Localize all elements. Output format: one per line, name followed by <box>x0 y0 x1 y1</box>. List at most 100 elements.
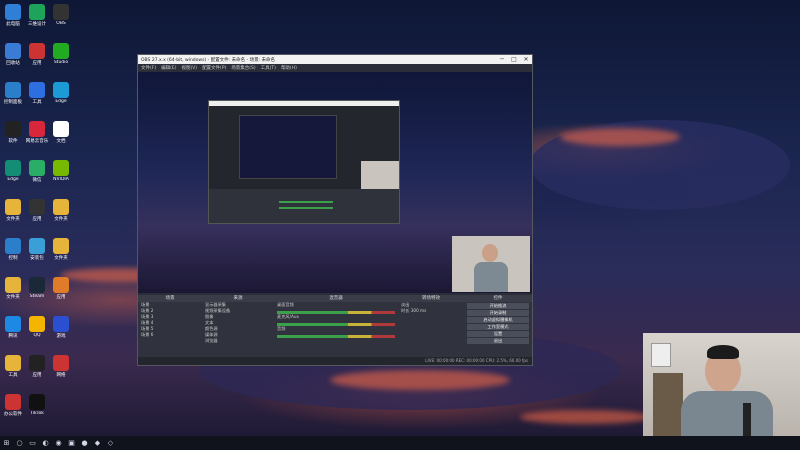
obs-title: OBS 27.x.x (64-bit, windows) - 配置文件: 未命名… <box>141 57 276 63</box>
edge-icon[interactable]: ◐ <box>39 437 52 449</box>
desktop-icon-label: Edge <box>55 99 67 104</box>
folder-icon <box>5 277 21 293</box>
volume-meter[interactable] <box>277 335 395 338</box>
controls-dock: 控件 开始推流 开始录制 启动虚拟摄像机 工作室模式 设置 退出 <box>464 295 532 357</box>
control-icon <box>5 238 21 254</box>
document-icon <box>53 121 69 137</box>
source-item[interactable]: 浏览器 <box>202 338 274 344</box>
nested-preview <box>239 115 337 179</box>
wechat-icon <box>29 160 45 176</box>
mixer-track-label: 麦克风/Aux <box>277 314 299 319</box>
preview-desktop-icons <box>142 80 162 290</box>
task-view-icon[interactable]: ▭ <box>26 437 39 449</box>
folder-icon[interactable]: ▣ <box>65 437 78 449</box>
desktop-icon-label: 网络 <box>56 373 66 378</box>
status-bar: LIVE: 00:00:00 REC: 00:00:00 CPU: 2.5%, … <box>138 357 532 365</box>
folder-icon <box>53 238 69 254</box>
desktop-icon-label: OBS <box>56 21 66 26</box>
software-icon <box>5 121 21 137</box>
tiktok-icon <box>29 394 45 410</box>
desktop-icon[interactable]: 网络 <box>46 355 76 378</box>
triangle-app-icon <box>29 4 45 20</box>
mixer-header: 混音器 <box>274 295 398 302</box>
tencent-icon <box>5 316 21 332</box>
obs-menubar: 文件(F) 编辑(E) 视图(V) 配置文件(P) 场景集合(S) 工具(T) 帮助(H) <box>138 64 532 71</box>
control-button[interactable]: 设置 <box>467 331 529 337</box>
desktop-icon[interactable]: OBS <box>46 4 76 26</box>
menu-item[interactable]: 配置文件(P) <box>202 65 226 71</box>
control-button[interactable]: 启动虚拟摄像机 <box>467 317 529 323</box>
desktop-icon[interactable]: TikTok <box>22 394 52 416</box>
music-icon <box>29 121 45 137</box>
desktop-icon[interactable]: 应用 <box>46 277 76 300</box>
obs-titlebar[interactable]: OBS 27.x.x (64-bit, windows) - 配置文件: 未命名… <box>138 55 532 64</box>
recycle-bin-icon <box>5 43 21 59</box>
desktop-icon[interactable]: 游戏 <box>46 316 76 339</box>
desktop-icon-label: 应用 <box>56 295 66 300</box>
control-button[interactable]: 工作室模式 <box>467 324 529 330</box>
scenes-dock: 场景 场景 场景 2 场景 3 场景 4 场景 5 场景 6 <box>138 295 203 357</box>
shirt <box>474 262 508 292</box>
cloud-glow <box>330 370 510 390</box>
duration-value[interactable]: 300 ms <box>411 308 427 313</box>
menu-item[interactable]: 场景集合(S) <box>231 65 255 71</box>
mixer-dock: 混音器 桌面音频麦克风/Aux 音频 <box>274 295 399 357</box>
nested-meter <box>279 201 333 203</box>
duration-label: 时长 300 ms <box>401 308 427 313</box>
folder-icon <box>53 199 69 215</box>
minimize-icon[interactable]: ─ <box>496 56 508 63</box>
installer-icon <box>29 238 45 254</box>
control-button[interactable]: 开始录制 <box>467 310 529 316</box>
control-button[interactable]: 退出 <box>467 338 529 344</box>
desktop-icon[interactable]: Edge <box>46 82 76 104</box>
desktop-icon[interactable]: 文件夹 <box>46 238 76 261</box>
qq-icon <box>29 316 45 332</box>
transition-header: 转场特效 <box>398 295 464 302</box>
face <box>482 244 498 262</box>
menu-item[interactable]: 编辑(E) <box>161 65 176 71</box>
edge-icon <box>53 82 69 98</box>
menu-item[interactable]: 视图(V) <box>181 65 197 71</box>
obs-icon <box>53 4 69 20</box>
mixer-track-label: 桌面音频 <box>277 302 294 307</box>
desktop-icon[interactable]: Studio <box>46 43 76 65</box>
maximize-icon[interactable]: □ <box>508 56 520 63</box>
obs-window[interactable]: OBS 27.x.x (64-bit, windows) - 配置文件: 未命名… <box>137 54 533 366</box>
search-icon[interactable]: ○ <box>13 437 26 449</box>
desktop-icon[interactable]: 文件夹 <box>46 199 76 222</box>
nested-docks <box>209 189 399 223</box>
desktop-icon-label: 文件夹 <box>54 256 68 261</box>
scene-item[interactable]: 场景 6 <box>138 332 202 338</box>
obs-docks: 场景 场景 场景 2 场景 3 场景 4 场景 5 场景 6 来源 显示器采集 视频采集设备… <box>138 295 532 357</box>
menu-item[interactable]: 工具(T) <box>261 65 276 71</box>
desktop-icon-label: 游戏 <box>56 334 66 339</box>
menu-item[interactable]: 帮助(H) <box>281 65 297 71</box>
nested-obs-window <box>208 100 400 224</box>
start-button[interactable]: ⊞ <box>0 437 13 449</box>
webcam-overlay <box>643 333 800 450</box>
mixer-track: 桌面音频 <box>274 302 398 314</box>
computer-icon <box>5 4 21 20</box>
tool-icon <box>5 355 21 371</box>
app-icon[interactable]: ◆ <box>91 437 104 449</box>
desktop-icon-label: NVIDIA <box>53 177 69 182</box>
steam-icon[interactable]: ◉ <box>52 437 65 449</box>
desktop-icon[interactable]: NVIDIA <box>46 160 76 182</box>
close-icon[interactable]: ✕ <box>520 56 532 63</box>
app-icon <box>29 199 45 215</box>
control-button[interactable]: 开始推流 <box>467 303 529 309</box>
network-icon <box>53 355 69 371</box>
menu-item[interactable]: 文件(F) <box>141 65 156 71</box>
desktop-icon-label: Studio <box>53 60 69 65</box>
desktop-icon-label: 文档 <box>56 139 66 144</box>
office-icon <box>5 394 21 410</box>
tool-icon <box>29 82 45 98</box>
obs-icon[interactable]: ● <box>78 437 91 449</box>
steam-icon <box>29 277 45 293</box>
desktop-icon[interactable]: 文档 <box>46 121 76 144</box>
sources-header: 来源 <box>202 295 274 302</box>
mixer-track: 音频 <box>274 326 398 338</box>
transition-dock: 转场特效 淡出 时长 300 ms <box>398 295 465 357</box>
obs-preview[interactable] <box>138 72 532 293</box>
tool-icon[interactable]: ◇ <box>104 437 117 449</box>
